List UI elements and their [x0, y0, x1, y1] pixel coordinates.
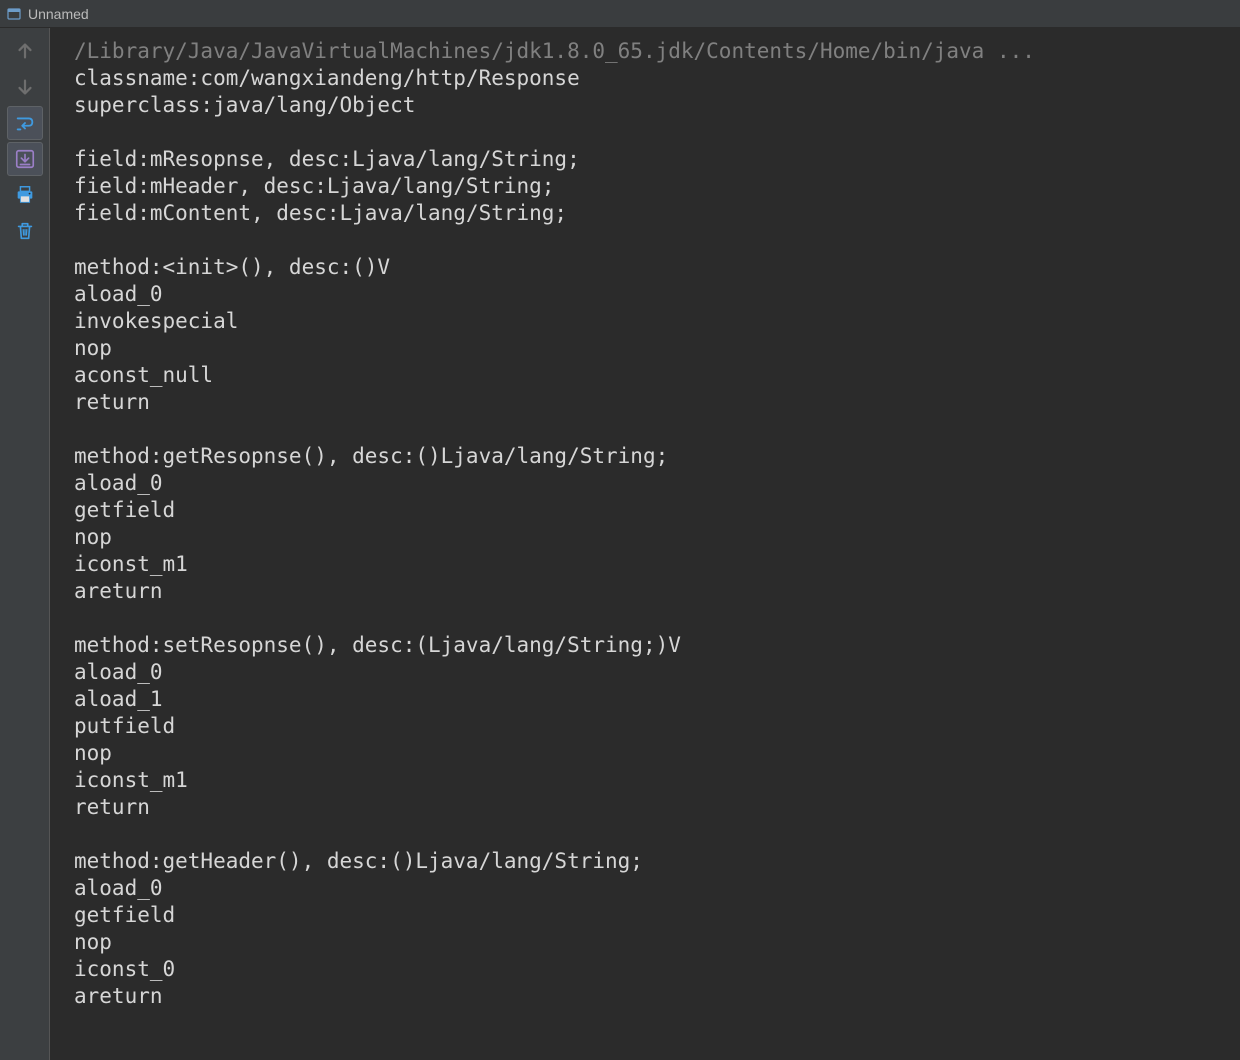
console-line: nop [74, 740, 1226, 767]
console-line: areturn [74, 578, 1226, 605]
console-line [74, 821, 1226, 848]
console-line: method:getHeader(), desc:()Ljava/lang/St… [74, 848, 1226, 875]
console-line: return [74, 794, 1226, 821]
console-line: field:mContent, desc:Ljava/lang/String; [74, 200, 1226, 227]
console-line: nop [74, 335, 1226, 362]
console-line: aload_0 [74, 470, 1226, 497]
console-line: method:getResopnse(), desc:()Ljava/lang/… [74, 443, 1226, 470]
soft-wrap-button[interactable] [7, 106, 43, 140]
main-area: /Library/Java/JavaVirtualMachines/jdk1.8… [0, 28, 1240, 1060]
window-title: Unnamed [28, 6, 89, 22]
console-line: nop [74, 524, 1226, 551]
console-line [74, 605, 1226, 632]
console-line: getfield [74, 902, 1226, 929]
console-line: getfield [74, 497, 1226, 524]
console-line: iconst_0 [74, 956, 1226, 983]
up-button[interactable] [7, 34, 43, 68]
scroll-to-end-button[interactable] [7, 142, 43, 176]
console-toolbar [0, 28, 50, 1060]
titlebar: Unnamed [0, 0, 1240, 28]
console-line: field:mHeader, desc:Ljava/lang/String; [74, 173, 1226, 200]
console-line: method:setResopnse(), desc:(Ljava/lang/S… [74, 632, 1226, 659]
console-line: putfield [74, 713, 1226, 740]
console-line: iconst_m1 [74, 767, 1226, 794]
console-line: field:mResopnse, desc:Ljava/lang/String; [74, 146, 1226, 173]
console-line: aconst_null [74, 362, 1226, 389]
console-line: aload_1 [74, 686, 1226, 713]
console-line: nop [74, 929, 1226, 956]
console-output[interactable]: /Library/Java/JavaVirtualMachines/jdk1.8… [50, 28, 1240, 1060]
console-line: areturn [74, 983, 1226, 1010]
print-button[interactable] [7, 178, 43, 212]
console-line: aload_0 [74, 281, 1226, 308]
console-line: classname:com/wangxiandeng/http/Response [74, 65, 1226, 92]
console-line [74, 416, 1226, 443]
console-line: method:<init>(), desc:()V [74, 254, 1226, 281]
clear-all-button[interactable] [7, 214, 43, 248]
console-line: aload_0 [74, 659, 1226, 686]
console-line: invokespecial [74, 308, 1226, 335]
console-line: iconst_m1 [74, 551, 1226, 578]
down-button[interactable] [7, 70, 43, 104]
run-config-icon [6, 6, 22, 22]
console-line: superclass:java/lang/Object [74, 92, 1226, 119]
console-line [74, 227, 1226, 254]
console-line: /Library/Java/JavaVirtualMachines/jdk1.8… [74, 38, 1226, 65]
console-line: return [74, 389, 1226, 416]
console-line: aload_0 [74, 875, 1226, 902]
console-line [74, 119, 1226, 146]
